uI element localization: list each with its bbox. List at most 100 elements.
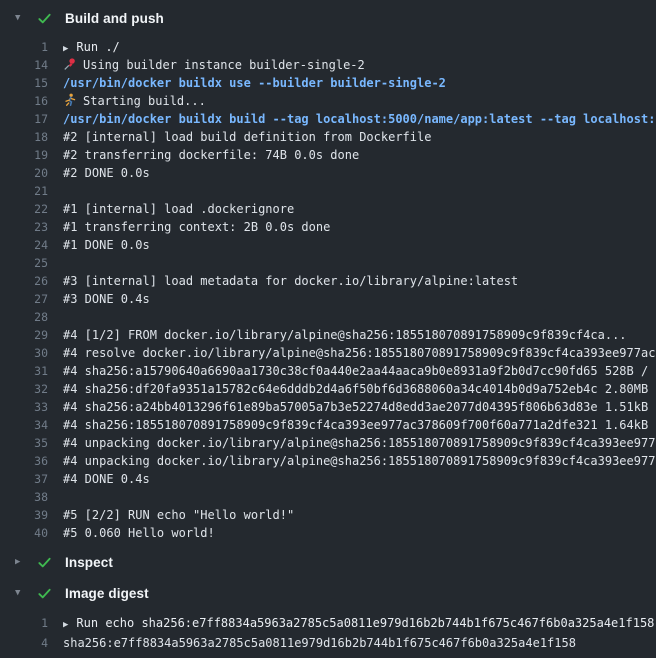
log-line: 18 #2 [internal] load build definition fr… — [0, 128, 656, 146]
log-line: 39#5 [2/2] RUN echo "Hello world!" — [0, 506, 656, 524]
log-line-content: #5 0.060 Hello world! — [63, 524, 656, 542]
log-line-text: Using builder instance builder-single-2 — [83, 58, 365, 72]
log-line-content: sha256:e7ff8834a5963a2785c5a0811e979d16b… — [63, 633, 656, 653]
log-line-content: /usr/bin/docker buildx use --builder bui… — [63, 74, 656, 92]
log-line-number[interactable]: 15 — [0, 74, 48, 92]
log-line-content: #1 DONE 0.0s — [63, 236, 656, 254]
log-line: 29 #4 [1/2] FROM docker.io/library/alpine… — [0, 326, 656, 344]
log-line-number[interactable]: 18 — [0, 128, 48, 146]
section-header-inspect[interactable]: ▶Inspect — [0, 548, 656, 576]
log-line-number[interactable]: 30 — [0, 344, 48, 362]
log-line: 32 #4 sha256:df20fa9351a15782c64e6dddb2d4… — [0, 380, 656, 398]
expand-line-icon[interactable]: ▶ — [63, 615, 68, 633]
log-line-number[interactable]: 27 — [0, 290, 48, 308]
log-line-content — [63, 488, 656, 506]
log-line: 4 sha256:e7ff8834a5963a2785c5a0811e979d16… — [0, 633, 656, 653]
log-line: 37#4 DONE 0.4s — [0, 470, 656, 488]
log-line-number[interactable]: 28 — [0, 308, 48, 326]
log-line-number[interactable]: 26 — [0, 272, 48, 290]
log-line-text: #3 DONE 0.4s — [63, 292, 150, 306]
log-line-number[interactable]: 40 — [0, 524, 48, 542]
log-line: 24 #1 DONE 0.0s — [0, 236, 656, 254]
section-header-build-and-push[interactable]: ▼Build and push — [0, 0, 656, 36]
log-line-content: #4 resolve docker.io/library/alpine@sha2… — [63, 344, 656, 362]
log-line-number[interactable]: 38 — [0, 488, 48, 506]
log-line-content: #4 sha256:a24bb4013296f61e89ba57005a7b3e… — [63, 398, 656, 416]
log-line-content: #3 DONE 0.4s — [63, 290, 656, 308]
log-line-number[interactable]: 29 — [0, 326, 48, 344]
log-line: 38 — [0, 488, 656, 506]
chevron-down-icon[interactable]: ▼ — [15, 589, 27, 598]
log-line-number[interactable]: 33 — [0, 398, 48, 416]
log-line: 20 #2 DONE 0.0s — [0, 164, 656, 182]
log-line-text: /usr/bin/docker buildx build --tag local… — [63, 112, 656, 126]
log-line: 16 Starting build... — [0, 92, 656, 110]
log-line-number[interactable]: 35 — [0, 434, 48, 452]
log-line: 26#3 [internal] load metadata for docker… — [0, 272, 656, 290]
log-line-number[interactable]: 21 — [0, 182, 48, 200]
log-line-content — [63, 308, 656, 326]
chevron-right-icon[interactable]: ▶ — [15, 558, 27, 567]
runner-icon — [63, 93, 77, 110]
log-line-text: #4 sha256:185518070891758909c9f839cf4ca3… — [63, 418, 656, 432]
log-line: 21 — [0, 182, 656, 200]
log-line: 22#1 [internal] load .dockerignore — [0, 200, 656, 218]
log-line-number[interactable]: 20 — [0, 164, 48, 182]
log-line-text: #2 DONE 0.0s — [63, 166, 150, 180]
log-line-number[interactable]: 17 — [0, 110, 48, 128]
log-line-content: #4 sha256:df20fa9351a15782c64e6dddb2d4a6… — [63, 380, 656, 398]
workflow-log-viewer: ▼Build and push1▶Run ./14Using builder i… — [0, 0, 656, 658]
chevron-down-icon[interactable]: ▼ — [15, 14, 27, 23]
expand-line-icon[interactable]: ▶ — [63, 40, 68, 56]
log-line-number[interactable]: 23 — [0, 218, 48, 236]
log-line-text: Run ./ — [76, 40, 119, 54]
log-line-content: #4 sha256:a15790640a6690aa1730c38cf0a440… — [63, 362, 656, 380]
log-line-number[interactable]: 4 — [0, 633, 48, 653]
log-line-number[interactable]: 22 — [0, 200, 48, 218]
log-line-content: #4 unpacking docker.io/library/alpine@sh… — [63, 434, 656, 452]
log-line: 1 ▶ Run ./ — [0, 38, 656, 56]
log-line: 31 #4 sha256:a15790640a6690aa1730c38cf0a4… — [0, 362, 656, 380]
log-line: 1▶Run echo sha256:e7ff8834a5963a2785c5a0… — [0, 613, 656, 633]
log-line-number[interactable]: 14 — [0, 56, 48, 74]
log-line-text: #1 transferring context: 2B 0.0s done — [63, 220, 330, 234]
log-line-text: #4 sha256:a15790640a6690aa1730c38cf0a440… — [63, 364, 656, 378]
log-line-content: #2 DONE 0.0s — [63, 164, 656, 182]
log-line-number[interactable]: 1 — [0, 38, 48, 56]
log-line-content: #2 transferring dockerfile: 74B 0.0s don… — [63, 146, 656, 164]
log-line-text: Starting build... — [83, 94, 206, 108]
log-line-content: #2 [internal] load build definition from… — [63, 128, 656, 146]
log-line-number[interactable]: 31 — [0, 362, 48, 380]
log-line-text: #4 unpacking docker.io/library/alpine@sh… — [63, 436, 656, 450]
log-line-text: #4 sha256:a24bb4013296f61e89ba57005a7b3e… — [63, 400, 656, 414]
log-line-text: #2 [internal] load build definition from… — [63, 130, 431, 144]
log-line: 30 #4 resolve docker.io/library/alpine@sh… — [0, 344, 656, 362]
log-line: 35 #4 unpacking docker.io/library/alpine@… — [0, 434, 656, 452]
log-line: 40 #5 0.060 Hello world! — [0, 524, 656, 542]
log-line: 33 #4 sha256:a24bb4013296f61e89ba57005a7b… — [0, 398, 656, 416]
log-line-content: Using builder instance builder-single-2 — [63, 56, 656, 74]
log-line-number[interactable]: 16 — [0, 92, 48, 110]
log-line-number[interactable]: 25 — [0, 254, 48, 272]
log-line-number[interactable]: 37 — [0, 470, 48, 488]
log-line-text: #4 sha256:df20fa9351a15782c64e6dddb2d4a6… — [63, 382, 656, 396]
log-line-number[interactable]: 36 — [0, 452, 48, 470]
success-check-icon — [37, 555, 52, 570]
log-line-number[interactable]: 1 — [0, 613, 48, 633]
log-line-text: #2 transferring dockerfile: 74B 0.0s don… — [63, 148, 359, 162]
log-line-text: /usr/bin/docker buildx use --builder bui… — [63, 76, 446, 90]
log-line: 15/usr/bin/docker buildx use --builder b… — [0, 74, 656, 92]
log-lines-build-and-push: 1 ▶ Run ./ 14 Using builder instance builder… — [0, 36, 656, 542]
log-line-number[interactable]: 39 — [0, 506, 48, 524]
log-line-number[interactable]: 34 — [0, 416, 48, 434]
log-line: 14 Using builder instance builder-single-… — [0, 56, 656, 74]
section-title: Image digest — [65, 586, 149, 601]
pushpin-icon — [63, 57, 77, 74]
log-line: 25 — [0, 254, 656, 272]
log-line-number[interactable]: 24 — [0, 236, 48, 254]
section-header-image-digest[interactable]: ▼ Image digest — [0, 578, 656, 608]
log-line-text: #4 [1/2] FROM docker.io/library/alpine@s… — [63, 328, 627, 342]
log-line-number[interactable]: 32 — [0, 380, 48, 398]
log-line: 28 — [0, 308, 656, 326]
log-line-number[interactable]: 19 — [0, 146, 48, 164]
